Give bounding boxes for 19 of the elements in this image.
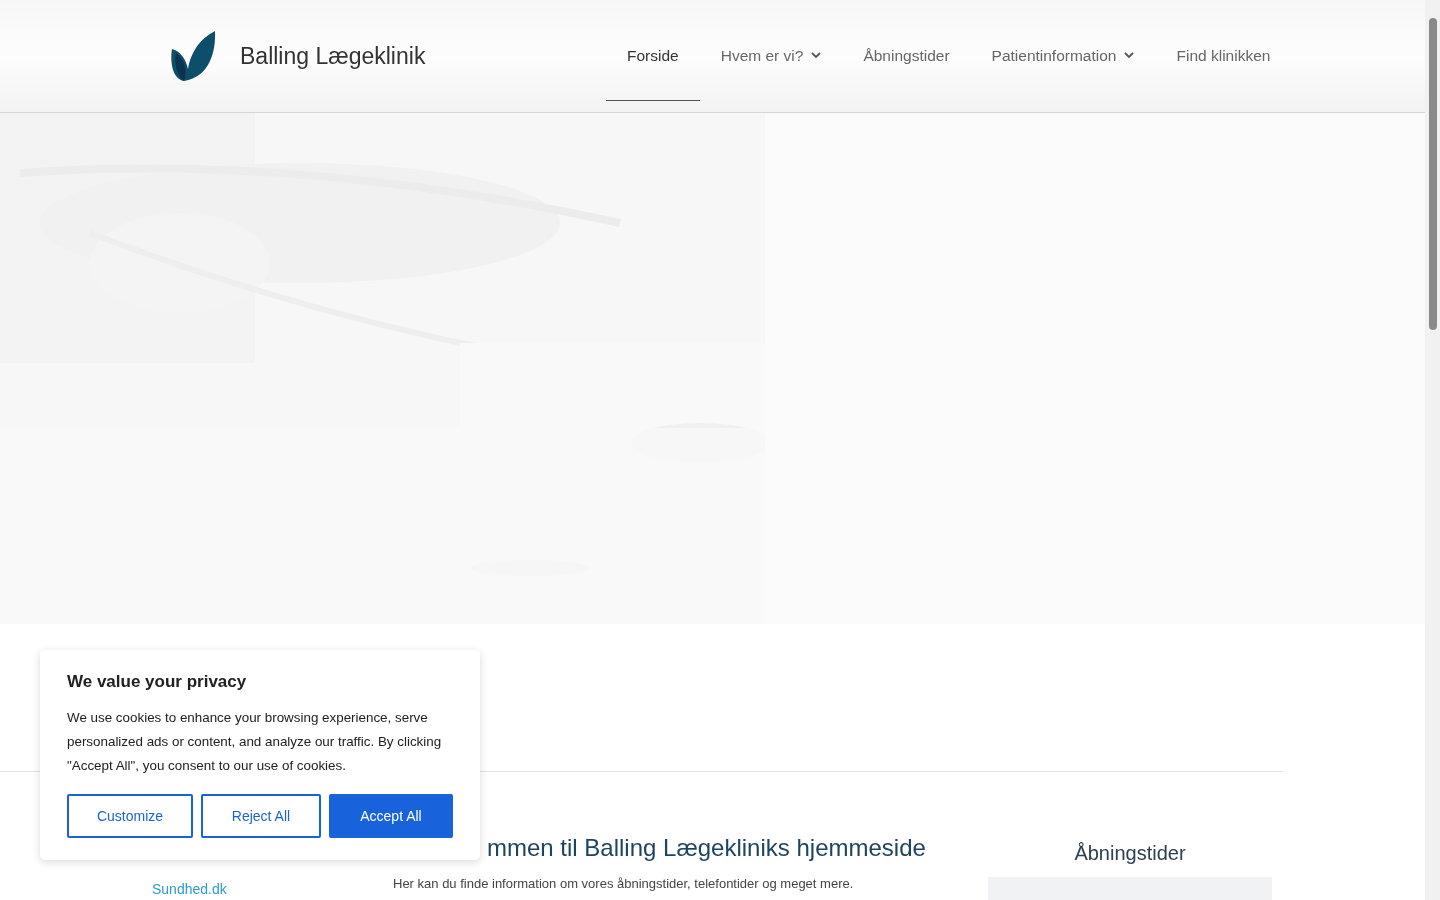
- cookie-button[interactable]: Customize: [67, 794, 193, 838]
- nav-link[interactable]: Find klinikken: [1155, 0, 1292, 101]
- opening-hours-heading: Åbningstider: [1074, 842, 1186, 865]
- cookie-text: We use cookies to enhance your browsing experience, serve personalized ads or content, and analyze our traffic. By clicking "Accept All", you consent to our use of cookies.: [67, 709, 443, 775]
- leaf-logo-icon: [170, 31, 216, 81]
- intro-text: Her kan du finde information om vores åbningstider, telefontider og meget mere.: [393, 876, 855, 891]
- scrollbar[interactable]: [1425, 0, 1440, 900]
- logo-text[interactable]: Balling Lægeklinik: [240, 42, 426, 70]
- welcome-heading: mmen til Balling Lægekliniks hjemmeside: [487, 834, 927, 862]
- chevron-icon: [811, 52, 822, 59]
- nav-link[interactable]: Patientinformation: [970, 0, 1156, 101]
- cookie-button[interactable]: Accept All: [329, 794, 453, 838]
- nav-link[interactable]: Åbningstider: [842, 0, 971, 101]
- nav-link[interactable]: Forside: [606, 0, 700, 101]
- cookie-title: We value your privacy: [67, 672, 248, 692]
- nav-link[interactable]: Hvem er vi?: [699, 0, 843, 101]
- cookie-button[interactable]: Reject All: [201, 794, 321, 838]
- chevron-icon: [1124, 52, 1135, 59]
- sundhed-link[interactable]: Sundhed.dk: [152, 881, 227, 897]
